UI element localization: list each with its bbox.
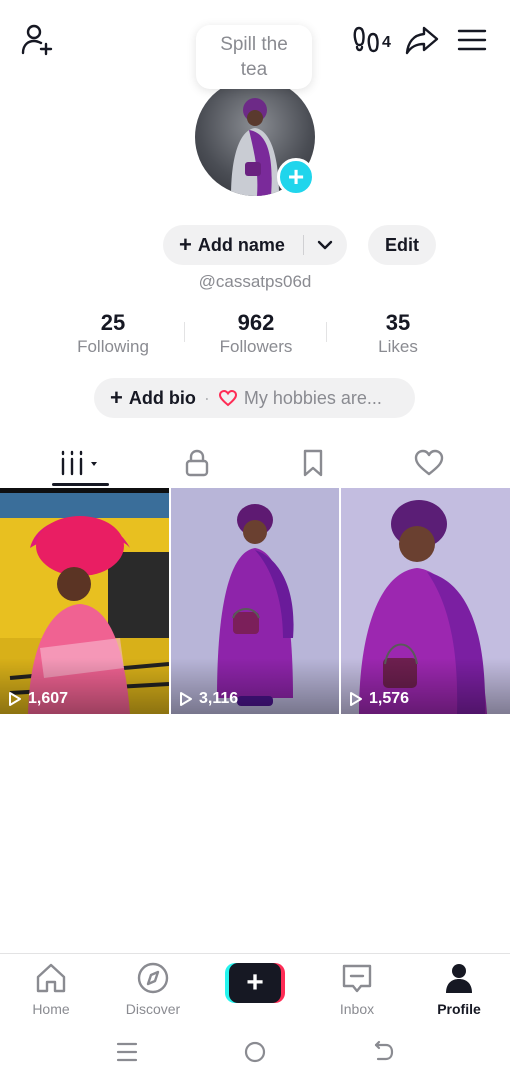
stat-label: Likes <box>378 337 418 356</box>
stat-label: Following <box>77 337 149 356</box>
grid-videos-icon <box>61 450 97 476</box>
add-user-icon <box>21 24 53 56</box>
hamburger-menu-icon <box>457 29 487 51</box>
home-icon <box>36 963 66 993</box>
compass-icon <box>137 962 169 994</box>
nav-label: Profile <box>437 1001 481 1017</box>
profile-icon <box>446 964 472 993</box>
plus-icon: + <box>179 232 192 257</box>
add-name-label: Add name <box>197 234 285 255</box>
separator-dot: · <box>203 387 210 408</box>
video-thumbnail[interactable]: 1,607 <box>0 488 169 714</box>
add-photo-button[interactable]: + <box>277 158 315 196</box>
nav-label: Inbox <box>339 1001 375 1017</box>
play-icon <box>180 692 192 706</box>
plus-icon: + <box>110 385 123 410</box>
view-count: 1,607 <box>8 690 68 708</box>
home-circle-icon[interactable] <box>240 1039 270 1065</box>
tab-videos[interactable] <box>52 440 110 486</box>
stat-following[interactable]: 25 Following <box>38 310 188 358</box>
username: @cassatps06d <box>198 272 312 291</box>
add-name-button[interactable]: + Add name <box>163 225 347 265</box>
view-count-value: 1,576 <box>369 690 410 707</box>
stat-value: 35 <box>385 310 411 335</box>
add-bio-label: Add bio <box>128 387 196 408</box>
menu-button[interactable] <box>452 20 492 60</box>
stat-likes[interactable]: 35 Likes <box>323 310 473 358</box>
view-count-value: 3,116 <box>199 690 239 707</box>
heart-icon <box>414 449 444 476</box>
tab-saved[interactable] <box>284 440 342 486</box>
view-count: 3,116 <box>179 690 238 708</box>
view-count: 1,576 <box>349 690 409 708</box>
nav-inbox[interactable]: Inbox <box>307 962 407 1017</box>
inbox-icon <box>342 964 372 993</box>
nav-label: Home <box>32 1001 70 1017</box>
recent-apps-icon[interactable] <box>112 1039 142 1065</box>
chevron-down-icon[interactable] <box>315 235 335 255</box>
tab-liked[interactable] <box>400 440 458 486</box>
bio-placeholder: My hobbies are... <box>243 387 382 408</box>
nav-label: Discover <box>125 1001 181 1017</box>
back-icon[interactable] <box>368 1039 398 1065</box>
stat-value: 25 <box>100 310 126 335</box>
add-bio-button[interactable]: + Add bio · My hobbies are... <box>94 378 415 418</box>
play-icon <box>350 692 362 706</box>
create-button[interactable]: + <box>225 963 285 1003</box>
system-navigation-bar <box>0 1025 510 1080</box>
profile-views-badge: 4 <box>382 34 391 51</box>
heart-icon <box>218 389 237 407</box>
create-plus-icon: + <box>229 963 281 1003</box>
nav-discover[interactable]: Discover <box>103 962 203 1017</box>
share-arrow-icon <box>405 26 439 55</box>
divider <box>303 235 304 255</box>
stat-value: 962 <box>237 310 275 335</box>
active-tab-indicator <box>52 483 109 486</box>
edit-profile-button[interactable]: Edit <box>368 225 436 265</box>
profile-views-button[interactable]: 4 <box>350 20 396 60</box>
share-profile-button[interactable] <box>402 20 442 60</box>
lock-icon <box>185 449 209 477</box>
avatar-tooltip[interactable]: Spill the tea <box>196 25 312 89</box>
stat-label: Followers <box>219 337 293 356</box>
nav-home[interactable]: Home <box>1 962 101 1017</box>
tab-private[interactable] <box>168 440 226 486</box>
nav-profile[interactable]: Profile <box>409 962 509 1017</box>
video-thumbnail[interactable]: 3,116 <box>171 488 339 714</box>
bottom-navigation: Home Discover + Inbox Profile <box>0 953 510 1021</box>
view-count-value: 1,607 <box>28 690 69 707</box>
stat-followers[interactable]: 962 Followers <box>181 310 331 358</box>
video-thumbnail[interactable]: 1,576 <box>341 488 510 714</box>
plus-icon: + <box>287 161 305 192</box>
play-icon <box>9 692 21 706</box>
add-friend-button[interactable] <box>14 20 60 60</box>
bookmark-icon <box>303 449 323 477</box>
